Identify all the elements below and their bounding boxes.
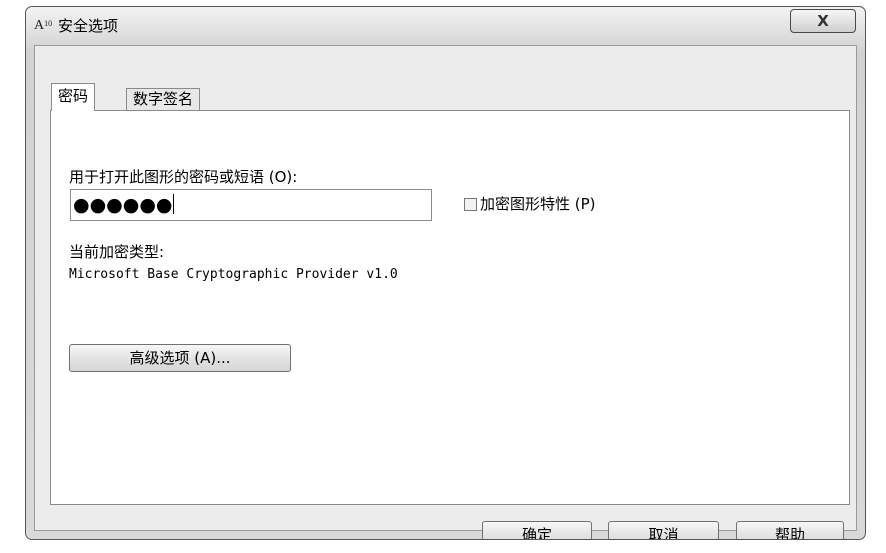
help-button[interactable]: 帮助 (736, 521, 844, 539)
tab-password[interactable]: 密码 (51, 83, 96, 111)
password-input[interactable]: ●●●●●● (70, 189, 432, 221)
close-button[interactable]: X (790, 9, 856, 33)
encryption-type-value: Microsoft Base Cryptographic Provider v1… (69, 267, 398, 282)
encryption-type-label: 当前加密类型: (69, 243, 165, 261)
password-tab-panel: 用于打开此图形的密码或短语 (O): ●●●●●● 加密图形特性 (P) 当前加… (50, 110, 850, 505)
cancel-button[interactable]: 取消 (608, 521, 719, 539)
dialog-body: 密码 数字签名 用于打开此图形的密码或短语 (O): ●●●●●● 加密图形特性… (34, 45, 857, 539)
encrypt-properties-option[interactable]: 加密图形特性 (P) (464, 195, 596, 213)
text-caret (173, 194, 175, 214)
advanced-options-button[interactable]: 高级选项 (A)... (69, 344, 291, 372)
ok-button[interactable]: 确定 (482, 521, 592, 539)
security-options-dialog: A10 安全选项 X 密码 数字签名 用于打开此图形的密码或短语 (O): ●●… (25, 6, 866, 540)
password-label: 用于打开此图形的密码或短语 (O): (69, 168, 298, 186)
autocad-app-icon: A10 (34, 18, 53, 33)
title-bar[interactable]: A10 安全选项 X (26, 7, 865, 45)
encrypt-properties-label: 加密图形特性 (P) (480, 195, 596, 213)
close-icon: X (817, 12, 829, 30)
encrypt-properties-checkbox[interactable] (464, 197, 477, 211)
tab-digital-signature[interactable]: 数字签名 (126, 88, 201, 111)
dialog-title: 安全选项 (58, 17, 119, 35)
password-dots: ●●●●●● (73, 194, 173, 216)
